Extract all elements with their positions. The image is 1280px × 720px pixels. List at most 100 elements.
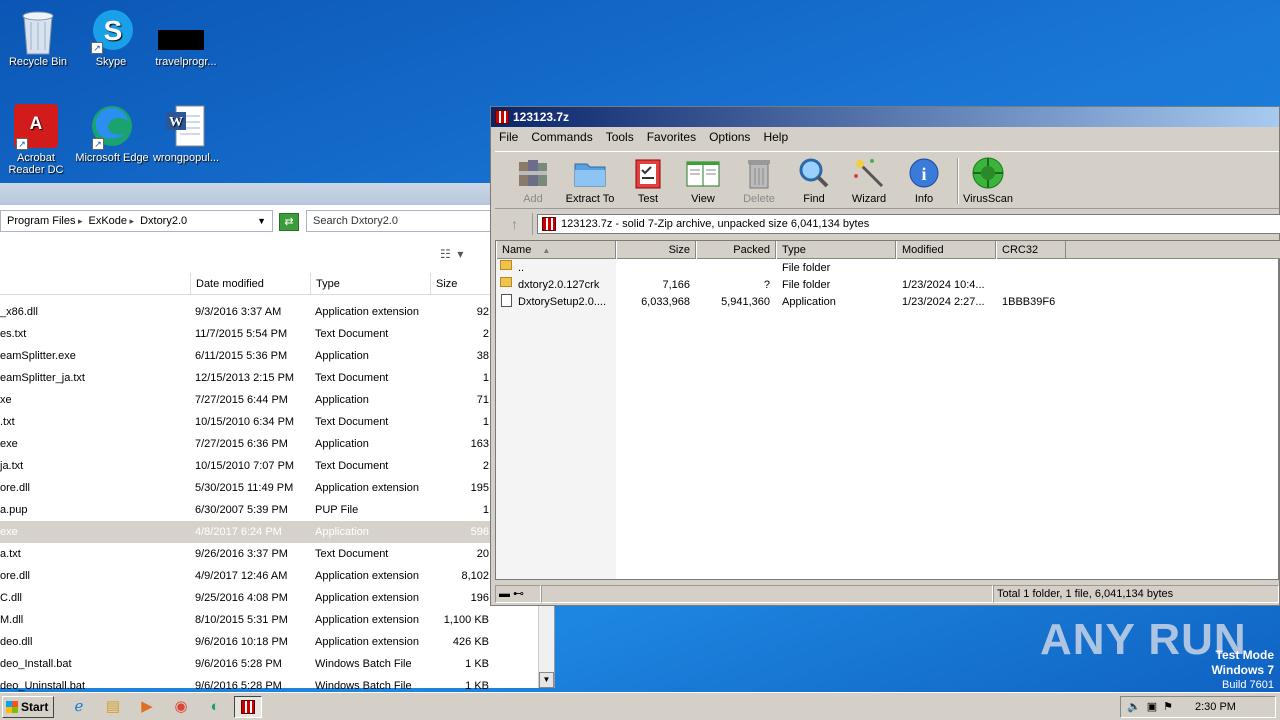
file-size: 38	[476, 350, 489, 362]
explorer-window: Program Files ExKode Dxtory2.0 ▼ ⇄ Searc…	[0, 183, 555, 692]
column-size[interactable]: Size	[616, 241, 696, 259]
find-button[interactable]: Find	[786, 156, 842, 205]
file-row[interactable]: exe 7/27/2015 6:36 PM Application 163	[0, 433, 540, 455]
column-header: Date modified Type Size	[0, 273, 540, 295]
file-row[interactable]: ore.dll 5/30/2015 11:49 PM Application ext…	[0, 477, 540, 499]
action-center-flag-icon[interactable]: ⚑	[1163, 697, 1173, 717]
desktop-icon-edge[interactable]: ↗ Microsoft Edge	[73, 104, 151, 164]
breadcrumb-item[interactable]: ExKode	[89, 215, 135, 227]
file-row[interactable]: ore.dll 4/9/2017 12:46 AM Application exte…	[0, 565, 540, 587]
wizard-button[interactable]: Wizard	[841, 156, 897, 205]
up-arrow-icon[interactable]: ↑	[497, 213, 533, 235]
edge-taskbar-icon[interactable]: ◐	[204, 697, 226, 717]
archive-column-header: Name ▲ Size Packed Type Modified CRC32	[496, 241, 1280, 259]
archive-row[interactable]: .. File folder	[496, 260, 1280, 277]
scroll-down-icon[interactable]: ▼	[539, 672, 554, 688]
menu-favorites[interactable]: Favorites	[647, 130, 696, 144]
column-date-modified[interactable]: Date modified	[190, 273, 310, 295]
file-row[interactable]: es.txt 11/7/2015 5:54 PM Text Document 2	[0, 323, 540, 345]
desktop-icon-acrobat[interactable]: ᴬ ↗ Acrobat Reader DC	[0, 104, 72, 176]
toolbar-separator	[957, 158, 959, 204]
toolbar: Add Extract To Test View Delete Find Wiz…	[495, 151, 1279, 209]
refresh-icon[interactable]: ⇄	[279, 213, 299, 231]
desktop-icon-travelprogr[interactable]: travelprogr...	[148, 8, 224, 68]
file-size: 195	[470, 482, 489, 494]
system-tray: 🔈 ▣ ⚑ 2:30 PM	[1120, 696, 1276, 718]
test-button[interactable]: Test	[620, 156, 676, 205]
file-row[interactable]: exe 4/8/2017 6:24 PM Application 596	[0, 521, 540, 543]
entry-packed: 5,941,360	[721, 296, 770, 308]
file-row[interactable]: xe 7/27/2015 6:44 PM Application 71	[0, 389, 540, 411]
breadcrumb-item[interactable]: Program Files	[7, 215, 83, 227]
view-options-icon[interactable]: ☷ ▾	[440, 247, 480, 265]
file-row[interactable]: _x86.dll 9/3/2016 3:37 AM Application exte…	[0, 301, 540, 323]
search-input[interactable]: Search Dxtory2.0	[306, 210, 491, 232]
file-name: a.pup	[0, 504, 28, 516]
column-name[interactable]	[0, 273, 190, 295]
column-name[interactable]: Name ▲	[496, 241, 616, 259]
menu-tools[interactable]: Tools	[606, 130, 634, 144]
file-name: M.dll	[0, 614, 24, 626]
speaker-icon[interactable]: 🔈	[1127, 697, 1141, 717]
file-row[interactable]: eamSplitter_ja.txt 12/15/2013 2:15 PM Text…	[0, 367, 540, 389]
file-row[interactable]: deo_Install.bat 9/6/2016 5:28 PM Windows B…	[0, 653, 540, 675]
svg-text:i: i	[921, 164, 926, 184]
archive-row[interactable]: DxtorySetup2.0.... 6,033,968 5,941,360 Appl…	[496, 294, 1280, 311]
column-type[interactable]: Type	[776, 241, 896, 259]
file-row[interactable]: C.dll 9/25/2016 4:08 PM Application extens…	[0, 587, 540, 609]
archive-taskbar-icon[interactable]	[234, 696, 262, 718]
file-type: Application	[315, 350, 369, 362]
column-modified[interactable]: Modified	[896, 241, 996, 259]
menu-options[interactable]: Options	[709, 130, 750, 144]
desktop-icon-recycle-bin[interactable]: Recycle Bin	[0, 8, 76, 68]
breadcrumb-item[interactable]: Dxtory2.0	[140, 215, 187, 227]
file-name: deo.dll	[0, 636, 33, 648]
explorer-titlebar[interactable]	[0, 183, 554, 205]
test-mode-watermark: Test Mode Windows 7 Build 7601	[1211, 648, 1274, 691]
file-row[interactable]: a.pup 6/30/2007 5:39 PM PUP File 1	[0, 499, 540, 521]
address-bar[interactable]: Program Files ExKode Dxtory2.0 ▼	[0, 210, 273, 232]
column-type[interactable]: Type	[310, 273, 430, 295]
start-button[interactable]: Start	[2, 696, 54, 718]
file-type: Application	[315, 526, 369, 538]
desktop-icon-label: Acrobat Reader DC	[8, 152, 64, 176]
file-row[interactable]: eamSplitter.exe 6/11/2015 5:36 PM Applicat…	[0, 345, 540, 367]
file-type: Text Document	[315, 372, 389, 384]
info-button[interactable]: i Info	[896, 156, 952, 205]
file-row[interactable]: ja.txt 10/15/2010 7:07 PM Text Document 2	[0, 455, 540, 477]
redacted-file-icon	[158, 8, 208, 52]
column-packed[interactable]: Packed	[696, 241, 776, 259]
file-size: 596	[470, 526, 489, 538]
file-type: PUP File	[315, 504, 359, 516]
view-button[interactable]: View	[675, 156, 731, 205]
virusscan-button[interactable]: VirusScan	[960, 156, 1016, 205]
chrome-icon[interactable]: ◉	[170, 697, 192, 717]
menu-commands[interactable]: Commands	[531, 130, 592, 144]
desktop-icon-label: travelprogr...	[155, 56, 217, 68]
media-player-icon[interactable]: ▶	[136, 697, 158, 717]
file-row[interactable]: a.txt 9/26/2016 3:37 PM Text Document 20	[0, 543, 540, 565]
file-date: 7/27/2015 6:36 PM	[195, 438, 288, 450]
menu-help[interactable]: Help	[763, 130, 788, 144]
archive-row[interactable]: dxtory2.0.127crk 7,166? File folder 1/23/20…	[496, 277, 1280, 294]
delete-button[interactable]: Delete	[731, 156, 787, 205]
file-row[interactable]: .txt 10/15/2010 6:34 PM Text Document 1	[0, 411, 540, 433]
file-size: 2	[482, 460, 489, 472]
file-row[interactable]: deo.dll 9/6/2016 10:18 PM Application exte…	[0, 631, 540, 653]
internet-explorer-icon[interactable]: ℯ	[68, 697, 90, 717]
path-field[interactable]: 123123.7z - solid 7-Zip archive, unpacke…	[537, 214, 1280, 234]
status-bar: ▬ ⊷ Total 1 folder, 1 file, 6,041,134 by…	[495, 585, 1279, 605]
column-crc32[interactable]: CRC32	[996, 241, 1066, 259]
archive-titlebar[interactable]: 123123.7z	[491, 107, 1279, 127]
file-row[interactable]: M.dll 8/10/2015 5:31 PM Application extens…	[0, 609, 540, 631]
desktop-icon-wrongpopul[interactable]: W wrongpopul...	[148, 104, 224, 164]
file-type: Windows Batch File	[315, 658, 412, 670]
file-explorer-icon[interactable]: ▤	[102, 697, 124, 717]
add-button[interactable]: Add	[505, 156, 561, 205]
network-icon[interactable]: ▣	[1147, 697, 1157, 717]
address-dropdown-icon[interactable]: ▼	[257, 216, 266, 226]
clock[interactable]: 2:30 PM	[1195, 697, 1236, 717]
extract-to-button[interactable]: Extract To	[562, 156, 618, 205]
menu-file[interactable]: File	[499, 130, 518, 144]
desktop-icon-skype[interactable]: S ↗ Skype	[73, 8, 149, 68]
